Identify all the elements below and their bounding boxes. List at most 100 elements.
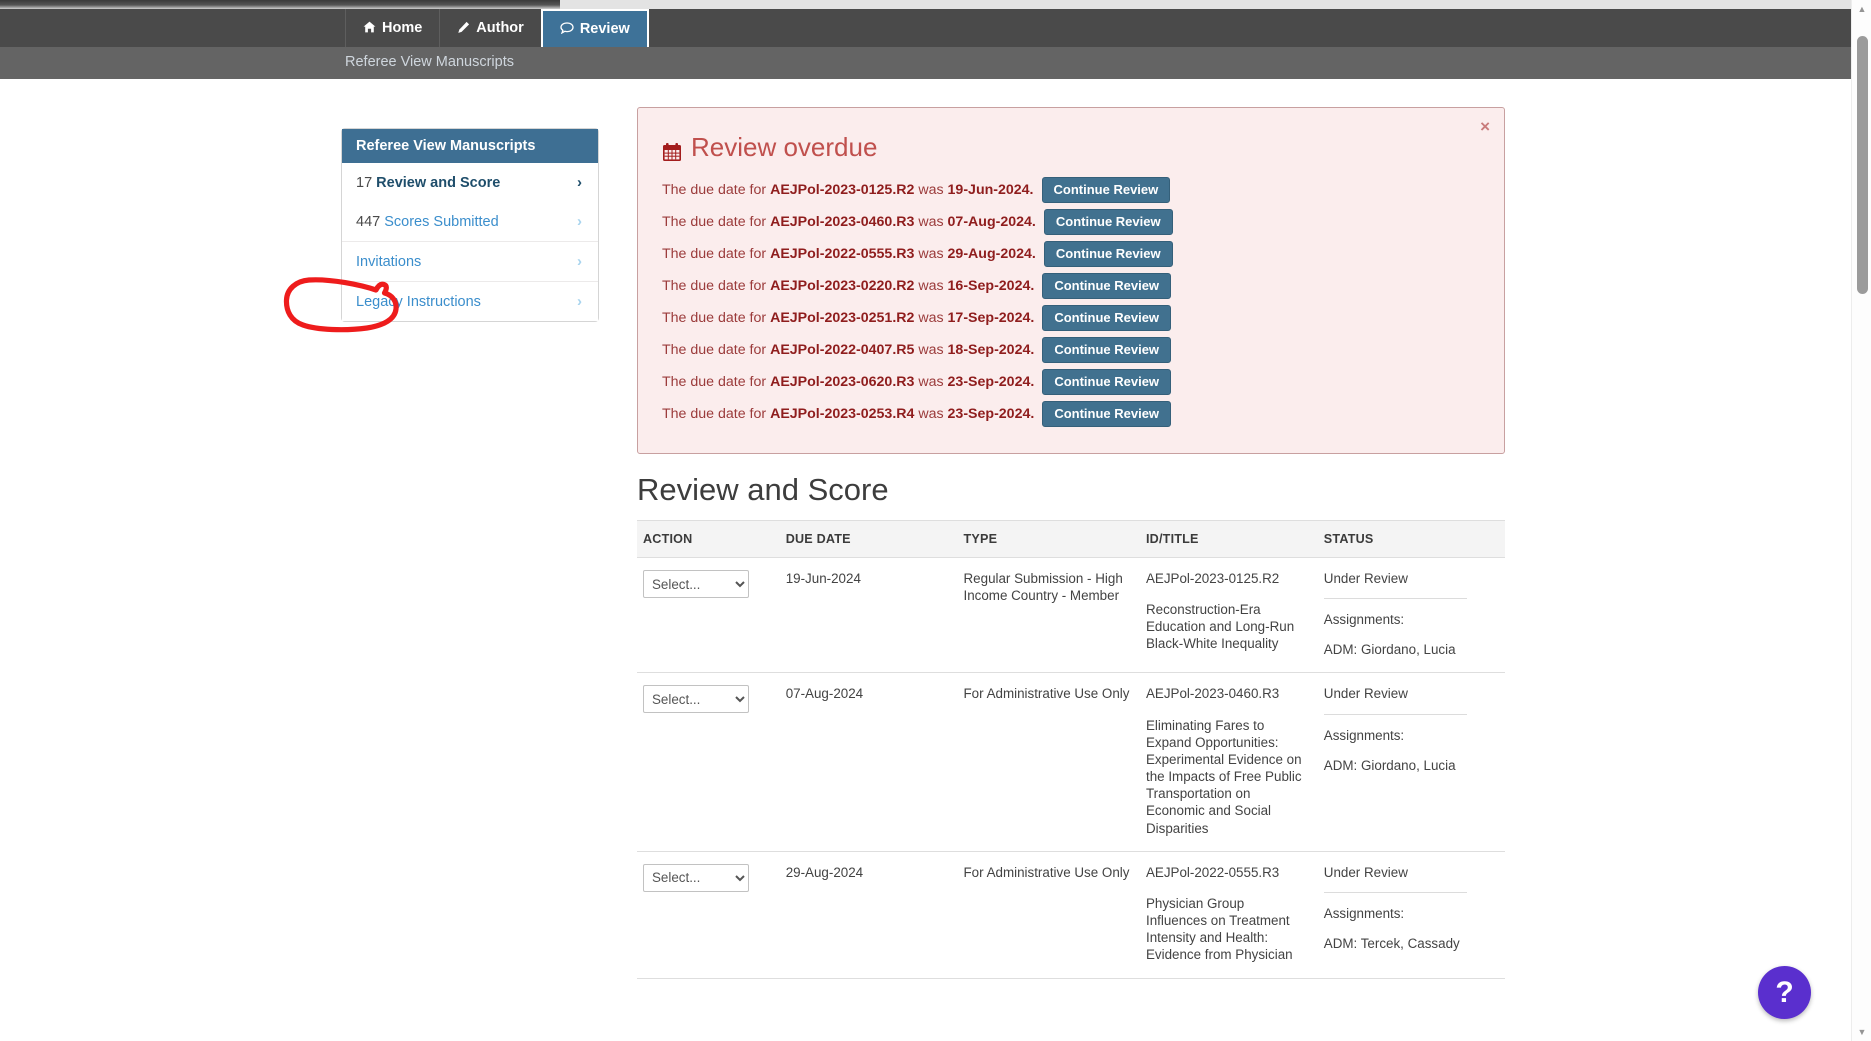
cell-action: Select... (637, 851, 780, 979)
overdue-row-text: The due date for AEJPol-2022-0407.R5 was… (662, 341, 1035, 358)
overdue-row-list: The due date for AEJPol-2023-0125.R2 was… (662, 176, 1480, 427)
continue-review-button[interactable]: Continue Review (1042, 304, 1172, 331)
column-header-status: STATUS (1317, 520, 1505, 558)
scrollbar-thumb[interactable] (1857, 36, 1868, 294)
sidebar-item-scores-submitted-label: Scores Submitted (384, 213, 499, 230)
overdue-row: The due date for AEJPol-2022-0555.R3 was… (662, 240, 1480, 267)
cell-status: Under Review Assignments: ADM: Giordano, L… (1317, 557, 1505, 674)
overdue-row: The due date for AEJPol-2023-0460.R3 was… (662, 208, 1480, 235)
overdue-row: The due date for AEJPol-2022-0407.R5 was… (662, 336, 1480, 363)
overdue-row-text: The due date for AEJPol-2023-0220.R2 was… (662, 277, 1035, 294)
continue-review-button[interactable]: Continue Review (1042, 368, 1172, 395)
comment-icon (560, 22, 574, 36)
manuscript-id: AEJPol-2023-0125.R2 (1145, 571, 1280, 586)
sidebar-item-invitations[interactable]: Invitations › (342, 241, 598, 281)
overdue-row: The due date for AEJPol-2023-0253.R4 was… (662, 400, 1480, 427)
assignments-label: Assignments: (1323, 905, 1405, 921)
vertical-scrollbar[interactable]: ▲ ▼ (1851, 0, 1871, 1041)
overdue-row: The due date for AEJPol-2023-0220.R2 was… (662, 272, 1480, 299)
overdue-row-text: The due date for AEJPol-2023-0253.R4 was… (662, 405, 1035, 422)
home-icon (363, 21, 376, 35)
continue-review-button[interactable]: Continue Review (1042, 400, 1172, 427)
sidebar-item-legacy-instructions-label: Legacy Instructions (356, 293, 481, 310)
browser-chrome-strip (0, 0, 1871, 9)
column-header-action: ACTION (637, 520, 780, 558)
action-select[interactable]: Select... (643, 863, 749, 892)
scroll-up-arrow-icon[interactable]: ▲ (1852, 0, 1871, 18)
action-select[interactable]: Select... (643, 685, 749, 714)
manuscript-id: AEJPol-2023-0460.R3 (1145, 686, 1280, 702)
sidebar-item-scores-submitted-count: 447 (356, 213, 381, 230)
overdue-row: The due date for AEJPol-2023-0125.R2 was… (662, 176, 1480, 203)
nav-item-review[interactable]: Review (540, 9, 649, 47)
overdue-row-text: The due date for AEJPol-2023-0251.R2 was… (662, 309, 1035, 326)
divider (1323, 713, 1467, 715)
cell-action: Select... (637, 557, 780, 674)
divider (1323, 891, 1467, 893)
sidebar-item-invitations-label: Invitations (356, 253, 422, 270)
action-select[interactable]: Select... (643, 570, 749, 598)
sidebar-item-review-and-score-count: 17 (356, 174, 373, 191)
table-header: ACTION DUE DATE TYPE ID/TITLE STATUS (637, 520, 1505, 558)
chevron-right-icon: › (577, 293, 582, 310)
divider (1323, 598, 1467, 600)
cell-due-date: 07-Aug-2024 (779, 672, 958, 852)
column-header-due-date: DUE DATE (779, 520, 958, 558)
continue-review-button[interactable]: Continue Review (1042, 336, 1172, 363)
continue-review-button[interactable]: Continue Review (1043, 208, 1173, 235)
nav-item-list: Home Author Review (345, 9, 649, 47)
cell-id-title: AEJPol-2023-0460.R3 Eliminating Fares to … (1139, 672, 1318, 852)
status-badge: Under Review (1323, 686, 1408, 702)
browser-tab-shadow (0, 0, 560, 9)
nav-item-author-label: Author (476, 20, 524, 36)
sidebar-item-review-and-score-label: Review and Score (376, 174, 501, 191)
sidebar-header: Referee View Manuscripts (342, 129, 598, 163)
table-row: Select... 07-Aug-2024 For Administrative U… (637, 672, 1505, 852)
cell-action: Select... (637, 672, 780, 852)
nav-item-home[interactable]: Home (345, 9, 439, 47)
alert-title-text: Review overdue (691, 132, 878, 162)
sidebar-item-review-and-score[interactable]: 17 Review and Score › (342, 163, 598, 202)
close-icon[interactable]: × (1480, 118, 1490, 135)
chevron-right-icon: › (577, 174, 582, 191)
table-body: Select... 19-Jun-2024 Regular Submission -… (637, 557, 1505, 979)
scroll-down-arrow-icon[interactable]: ▼ (1852, 1023, 1871, 1041)
continue-review-button[interactable]: Continue Review (1043, 240, 1173, 267)
cell-id-title: AEJPol-2022-0555.R3 Physician Group Influ… (1139, 851, 1318, 979)
breadcrumb: Referee View Manuscripts (345, 54, 514, 70)
cell-type: For Administrative Use Only (957, 672, 1140, 852)
cell-id-title: AEJPol-2023-0125.R2 Reconstruction-Era Ed… (1139, 557, 1318, 674)
nav-item-review-label: Review (579, 21, 630, 37)
sidebar-item-scores-submitted[interactable]: 447 Scores Submitted › (342, 202, 598, 241)
chevron-right-icon: › (577, 253, 582, 270)
review-overdue-alert: × Review overdue The due date for AEJPol… (637, 107, 1505, 454)
page-body: Referee View Manuscripts 17 Review and S… (0, 79, 1851, 1041)
sidebar-panel: Referee View Manuscripts 17 Review and S… (341, 128, 599, 322)
sidebar-item-legacy-instructions[interactable]: Legacy Instructions › (342, 281, 598, 321)
help-button[interactable]: ? (1758, 966, 1811, 1019)
continue-review-button[interactable]: Continue Review (1041, 176, 1171, 203)
table-row: Select... 19-Jun-2024 Regular Submission -… (637, 557, 1505, 674)
nav-item-home-label: Home (382, 20, 423, 36)
overdue-row: The due date for AEJPol-2023-0251.R2 was… (662, 304, 1480, 331)
assignment-value: ADM: Giordano, Lucia (1323, 642, 1456, 658)
status-badge: Under Review (1323, 864, 1408, 880)
pencil-icon (457, 21, 470, 36)
cell-type: Regular Submission - High Income Country… (957, 557, 1140, 674)
main-content: × Review overdue The due date for AEJPol… (637, 107, 1505, 979)
breadcrumb-bar: Referee View Manuscripts (0, 47, 1851, 79)
column-header-type: TYPE (957, 520, 1140, 558)
manuscript-title: Reconstruction-Era Education and Long-Ru… (1145, 602, 1295, 652)
page-title: Review and Score (637, 472, 889, 507)
assignments-label: Assignments: (1323, 727, 1405, 743)
overdue-row-text: The due date for AEJPol-2023-0125.R2 was… (662, 181, 1034, 198)
nav-item-author[interactable]: Author (439, 9, 541, 47)
manuscript-title: Physician Group Influences on Treatment … (1145, 895, 1293, 963)
assignment-value: ADM: Giordano, Lucia (1323, 757, 1456, 773)
continue-review-button[interactable]: Continue Review (1042, 272, 1172, 299)
overdue-row-text: The due date for AEJPol-2023-0460.R3 was… (662, 213, 1036, 230)
overdue-row: The due date for AEJPol-2023-0620.R3 was… (662, 368, 1480, 395)
cell-due-date: 29-Aug-2024 (779, 851, 958, 979)
cell-due-date: 19-Jun-2024 (779, 557, 958, 674)
status-badge: Under Review (1323, 571, 1408, 586)
